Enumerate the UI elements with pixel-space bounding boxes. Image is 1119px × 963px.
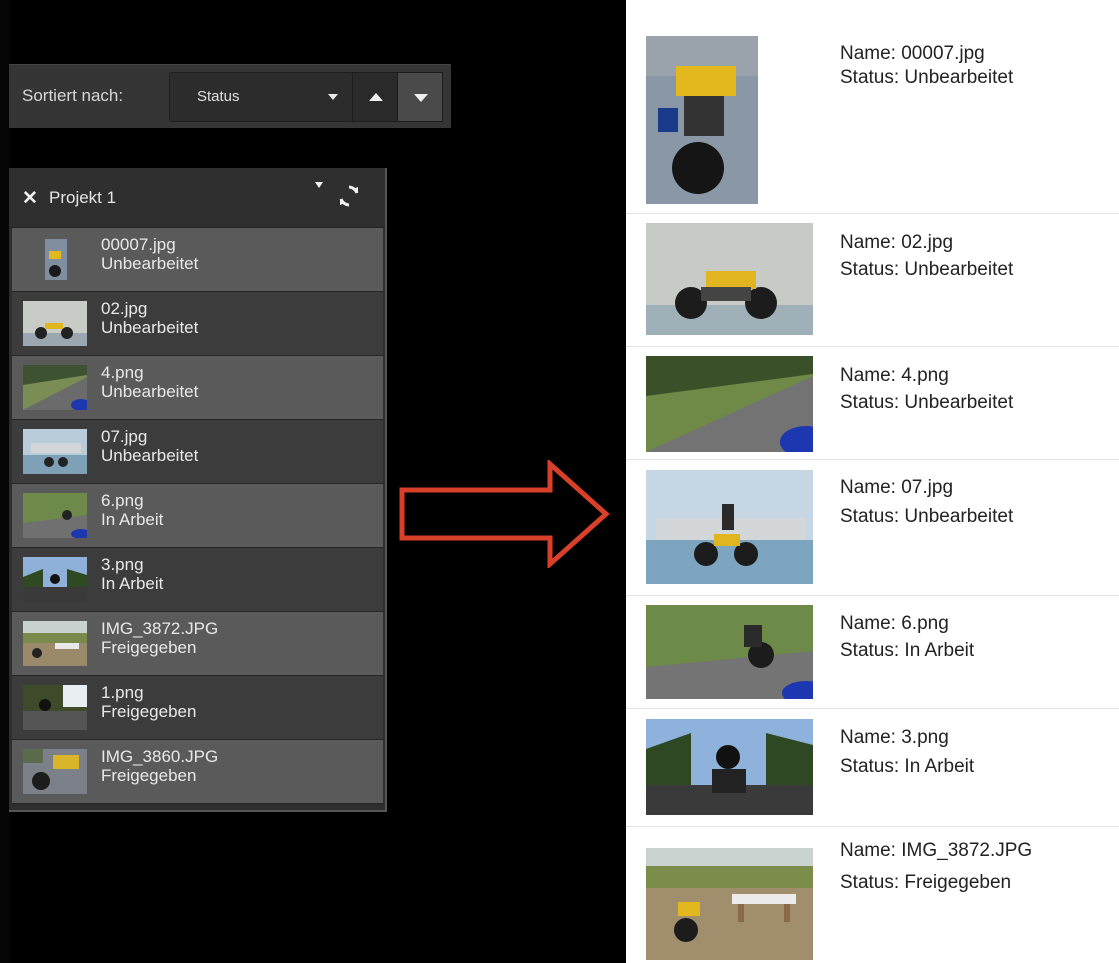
- image-status: Status: Unbearbeitet: [840, 67, 1014, 88]
- image-status: Status: Unbearbeitet: [840, 392, 1014, 413]
- file-status: Unbearbeitet: [101, 446, 199, 465]
- arrow-right-icon: [399, 460, 610, 568]
- file-status: Unbearbeitet: [101, 382, 199, 401]
- project-header: ✕ Projekt 1: [9, 168, 385, 228]
- file-status: Freigegeben: [101, 766, 197, 785]
- file-thumbnail: [23, 301, 87, 346]
- image-thumbnail: [646, 223, 813, 335]
- file-thumbnail: [23, 493, 87, 538]
- arrow-up-icon: [369, 93, 383, 101]
- file-thumbnail: [23, 429, 87, 474]
- image-name: Name: 02.jpg: [840, 232, 954, 253]
- list-item[interactable]: Name: 3.png Status: In Arbeit: [626, 709, 1119, 827]
- app-left-pane: Sortiert nach: Status ✕ Projekt 1 00007.…: [0, 0, 625, 963]
- list-item[interactable]: Name: 6.png Status: In Arbeit: [626, 596, 1119, 709]
- file-status: In Arbeit: [101, 510, 164, 529]
- image-thumbnail: [646, 719, 813, 815]
- file-row[interactable]: IMG_3860.JPG Freigegeben: [12, 740, 383, 804]
- image-name: Name: 6.png: [840, 613, 949, 634]
- file-status: Freigegeben: [101, 638, 197, 657]
- chevron-down-icon: [328, 94, 338, 100]
- list-item[interactable]: Name: 07.jpg Status: Unbearbeitet: [626, 460, 1119, 596]
- refresh-icon[interactable]: [336, 183, 362, 209]
- file-name: 6.png: [101, 491, 144, 510]
- image-status: Status: In Arbeit: [840, 756, 975, 777]
- file-status: Unbearbeitet: [101, 254, 199, 273]
- image-name: Name: 3.png: [840, 727, 949, 748]
- image-thumbnail: [646, 36, 758, 204]
- file-thumbnail: [23, 237, 87, 282]
- file-row[interactable]: 00007.jpg Unbearbeitet: [12, 228, 383, 292]
- sort-field-select[interactable]: Status: [169, 72, 353, 122]
- file-name: 02.jpg: [101, 299, 148, 318]
- collapse-icon[interactable]: [315, 182, 323, 188]
- sort-label: Sortiert nach:: [22, 86, 124, 105]
- image-thumbnail: [646, 605, 813, 699]
- file-name: 07.jpg: [101, 427, 148, 446]
- file-thumbnail: [23, 365, 87, 410]
- project-panel: ✕ Projekt 1 00007.jpg Unbearbeitet 02.jp…: [9, 168, 387, 812]
- file-thumbnail: [23, 749, 87, 794]
- image-name: Name: 4.png: [840, 365, 949, 386]
- file-thumbnail: [23, 557, 87, 602]
- file-name: 00007.jpg: [101, 235, 176, 254]
- file-name: IMG_3860.JPG: [101, 747, 219, 766]
- file-status: In Arbeit: [101, 574, 164, 593]
- sort-descending-button[interactable]: [397, 72, 443, 122]
- image-thumbnail: [646, 470, 813, 584]
- sort-ascending-button[interactable]: [352, 72, 398, 122]
- sort-toolbar: Sortiert nach: Status: [9, 64, 451, 128]
- image-status: Status: Unbearbeitet: [840, 259, 1014, 280]
- list-item[interactable]: Name: IMG_3872.JPG Status: Freigegeben: [626, 827, 1119, 963]
- image-status: Status: In Arbeit: [840, 640, 975, 661]
- image-list-view: Name: 00007.jpg Status: Unbearbeitet Nam…: [626, 0, 1119, 963]
- file-name: IMG_3872.JPG: [101, 619, 219, 638]
- image-thumbnail: [646, 848, 813, 960]
- image-name: Name: 00007.jpg: [840, 43, 985, 64]
- project-title: Projekt 1: [49, 188, 117, 207]
- file-row[interactable]: 1.png Freigegeben: [12, 676, 383, 740]
- sort-field-value: Status: [197, 88, 240, 105]
- file-row[interactable]: 6.png In Arbeit: [12, 484, 383, 548]
- file-row[interactable]: 4.png Unbearbeitet: [12, 356, 383, 420]
- file-row[interactable]: 3.png In Arbeit: [12, 548, 383, 612]
- file-row[interactable]: IMG_3872.JPG Freigegeben: [12, 612, 383, 676]
- file-status: Unbearbeitet: [101, 318, 199, 337]
- file-list: 00007.jpg Unbearbeitet 02.jpg Unbearbeit…: [12, 228, 383, 804]
- image-status: Status: Unbearbeitet: [840, 506, 1014, 527]
- file-name: 3.png: [101, 555, 144, 574]
- file-name: 1.png: [101, 683, 144, 702]
- file-row[interactable]: 07.jpg Unbearbeitet: [12, 420, 383, 484]
- image-thumbnail: [646, 356, 813, 452]
- list-item[interactable]: Name: 00007.jpg Status: Unbearbeitet: [626, 0, 1119, 214]
- image-status: Status: Freigegeben: [840, 872, 1012, 893]
- file-thumbnail: [23, 621, 87, 666]
- file-row[interactable]: 02.jpg Unbearbeitet: [12, 292, 383, 356]
- close-icon[interactable]: ✕: [22, 187, 38, 210]
- file-thumbnail: [23, 685, 87, 730]
- file-status: Freigegeben: [101, 702, 197, 721]
- image-name: Name: IMG_3872.JPG: [840, 840, 1033, 861]
- arrow-down-icon: [414, 94, 428, 102]
- image-name: Name: 07.jpg: [840, 477, 954, 498]
- list-item[interactable]: Name: 4.png Status: Unbearbeitet: [626, 347, 1119, 460]
- list-item[interactable]: Name: 02.jpg Status: Unbearbeitet: [626, 214, 1119, 347]
- file-name: 4.png: [101, 363, 144, 382]
